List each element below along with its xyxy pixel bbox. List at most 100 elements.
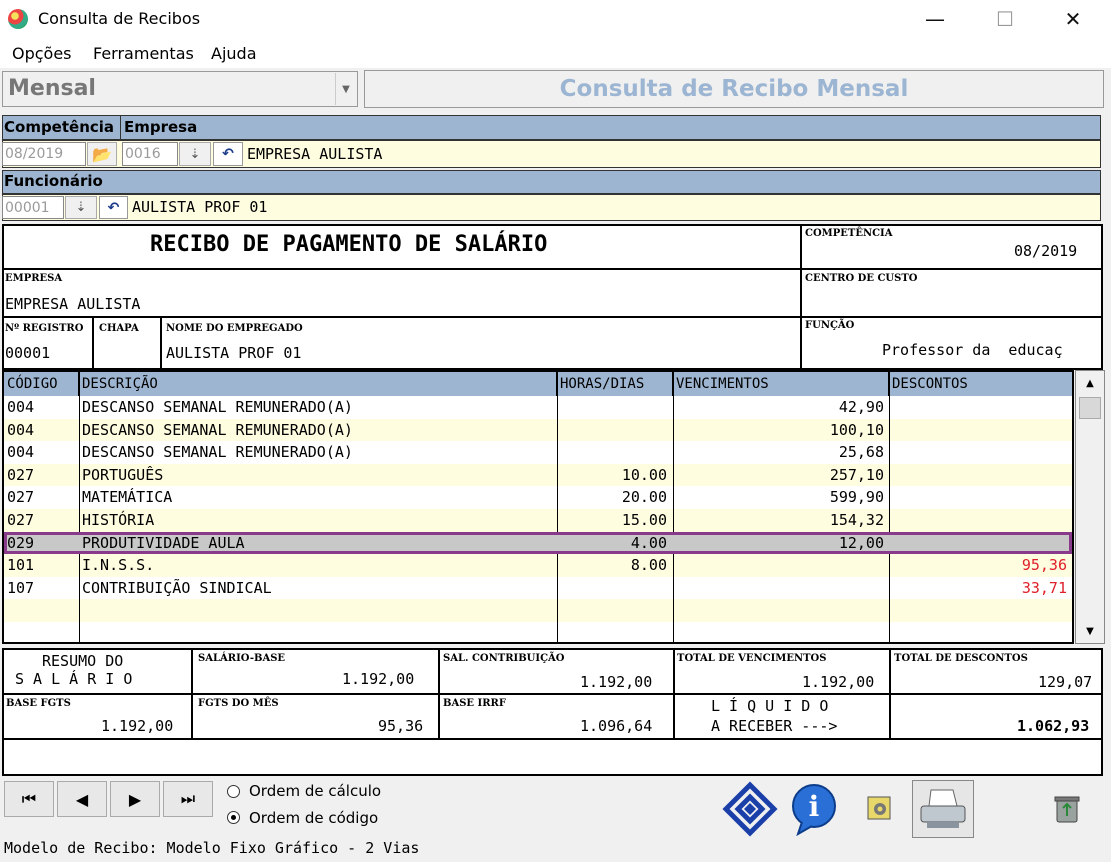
- empresa-code-input[interactable]: 0016: [122, 142, 178, 166]
- cell-codigo: 027: [7, 465, 35, 484]
- trash-icon[interactable]: [1036, 780, 1098, 838]
- registro-value: 00001: [5, 344, 51, 362]
- cell-horas: [560, 419, 667, 441]
- radio-ordem-codigo[interactable]: [227, 811, 240, 824]
- liquido-line1: L Í Q U I D O: [711, 697, 829, 715]
- company-logo-icon[interactable]: [719, 780, 781, 838]
- chapa-label: CHAPA: [99, 323, 139, 334]
- col-header-vencimentos[interactable]: VENCIMENTOS: [673, 372, 889, 396]
- sal-contrib-label: SAL. CONTRIBUIÇÃO: [443, 653, 565, 664]
- divider: [120, 115, 121, 140]
- cell-vencimentos: 42,90: [838, 398, 884, 416]
- mode-select-value: Mensal: [8, 76, 96, 101]
- cell-codigo: 004: [7, 443, 35, 462]
- cell-vencimentos: [676, 577, 884, 599]
- cell-vencimentos: 12,00: [838, 533, 884, 552]
- col-header-codigo[interactable]: CÓDIGO: [4, 372, 79, 396]
- menu-ferramentas[interactable]: Ferramentas: [93, 44, 194, 63]
- next-record-button[interactable]: ▶: [110, 781, 160, 817]
- table-row[interactable]: 029 PRODUTIVIDADE AULA 4.00 12,00: [4, 531, 1072, 555]
- funcionario-code-input[interactable]: 00001: [2, 196, 64, 219]
- fgts-mes-label: FGTS DO MÊS: [198, 698, 279, 709]
- table-row[interactable]: 004 DESCANSO SEMANAL REMUNERADO(A) 25,68: [4, 441, 1072, 464]
- radio-ordem-calculo[interactable]: [227, 785, 240, 798]
- table-row[interactable]: 004 DESCANSO SEMANAL REMUNERADO(A) 42,90: [4, 396, 1072, 419]
- last-record-button[interactable]: ⏭: [163, 781, 213, 817]
- resumo-line1: RESUMO DO: [42, 652, 124, 670]
- col-header-descricao[interactable]: DESCRIÇÃO: [79, 372, 557, 396]
- undo-icon[interactable]: ↶: [99, 196, 128, 219]
- info-icon[interactable]: i: [784, 780, 846, 838]
- cell-horas: 10.00: [621, 465, 667, 484]
- divider: [2, 316, 1103, 318]
- payroll-grid[interactable]: CÓDIGO DESCRIÇÃO HORAS/DIAS VENCIMENTOS …: [2, 370, 1074, 644]
- scrollbar-thumb[interactable]: [1079, 397, 1101, 419]
- table-row[interactable]: 004 DESCANSO SEMANAL REMUNERADO(A) 100,10: [4, 418, 1072, 442]
- table-row[interactable]: 027 HISTÓRIA 15.00 154,32: [4, 509, 1072, 532]
- empresa-label: Empresa: [124, 118, 198, 136]
- cell-horas: [560, 577, 667, 599]
- cell-descricao: CONTRIBUIÇÃO SINDICAL: [82, 578, 272, 597]
- divider: [2, 268, 1103, 270]
- cell-descontos: [892, 441, 1067, 463]
- funcao-value: Professor da educaç: [882, 341, 1063, 359]
- centro-custo-label: CENTRO DE CUSTO: [805, 273, 918, 284]
- ordem-codigo-label: Ordem de código: [249, 809, 379, 827]
- cell-descricao: DESCANSO SEMANAL REMUNERADO(A): [82, 398, 353, 416]
- table-row[interactable]: 027 MATEMÁTICA 20.00 599,90: [4, 486, 1072, 509]
- table-row[interactable]: [4, 622, 1072, 642]
- funcionario-header: [2, 170, 1101, 194]
- first-record-button[interactable]: ⏮: [4, 781, 54, 817]
- cell-codigo: 029: [7, 533, 35, 552]
- base-irrf-value: 1.096,64: [580, 717, 653, 735]
- divider: [438, 648, 440, 740]
- divider: [889, 372, 890, 642]
- app-icon: [8, 9, 28, 29]
- total-desc-label: TOTAL DE DESCONTOS: [894, 653, 1028, 664]
- scroll-up-icon[interactable]: ▲: [1076, 371, 1104, 395]
- col-header-horas[interactable]: HORAS/DIAS: [557, 372, 673, 396]
- scroll-down-icon[interactable]: ▼: [1076, 619, 1104, 643]
- cell-vencimentos: 25,68: [838, 443, 884, 462]
- divider: [673, 648, 675, 740]
- cell-descontos: 33,71: [1021, 578, 1067, 597]
- undo-icon[interactable]: ↶: [213, 142, 243, 166]
- chevron-down-icon[interactable]: ▼: [335, 73, 356, 105]
- funcionario-name: AULISTA PROF 01: [132, 198, 268, 216]
- minimize-button[interactable]: —: [912, 0, 958, 38]
- competencia-input[interactable]: 08/2019: [2, 142, 86, 166]
- close-button[interactable]: ✕: [1050, 0, 1096, 38]
- grid-scrollbar[interactable]: ▲ ▼: [1075, 370, 1105, 644]
- base-fgts-value: 1.192,00: [101, 717, 174, 735]
- cell-horas: 20.00: [621, 488, 667, 507]
- cell-codigo: 101: [7, 556, 35, 575]
- col-header-descontos[interactable]: DESCONTOS: [889, 372, 1072, 396]
- settings-icon[interactable]: [849, 780, 911, 838]
- cell-vencimentos: 100,10: [829, 420, 884, 439]
- total-desc-value: 129,07: [1038, 673, 1093, 691]
- fgts-mes-value: 95,36: [378, 717, 424, 735]
- table-row[interactable]: 107 CONTRIBUIÇÃO SINDICAL 33,71: [4, 576, 1072, 600]
- cell-descricao: I.N.S.S.: [82, 556, 155, 575]
- table-row[interactable]: [4, 599, 1072, 622]
- cell-descontos: [892, 509, 1067, 531]
- download-icon[interactable]: ⇣: [179, 142, 211, 166]
- table-row[interactable]: 101 I.N.S.S. 8.00 95,36: [4, 554, 1072, 577]
- download-icon[interactable]: ⇣: [65, 196, 97, 219]
- table-row[interactable]: 027 PORTUGUÊS 10.00 257,10: [4, 463, 1072, 487]
- folder-open-icon[interactable]: 📂: [87, 142, 117, 166]
- menu-ajuda[interactable]: Ajuda: [211, 44, 257, 63]
- total-venc-value: 1.192,00: [802, 673, 875, 691]
- prev-record-button[interactable]: ◀: [57, 781, 107, 817]
- print-icon[interactable]: [912, 780, 974, 838]
- competencia-field-label: COMPETÊNCIA: [805, 228, 893, 239]
- menu-opcoes[interactable]: Opções: [12, 44, 72, 63]
- cell-descricao: DESCANSO SEMANAL REMUNERADO(A): [82, 443, 353, 462]
- cell-horas: 8.00: [630, 556, 667, 575]
- maximize-button[interactable]: ☐: [982, 0, 1028, 38]
- salario-base-label: SALÁRIO-BASE: [198, 653, 286, 664]
- divider: [800, 224, 802, 370]
- total-venc-label: TOTAL DE VENCIMENTOS: [677, 653, 827, 664]
- cell-codigo: 027: [7, 511, 35, 529]
- cell-descontos: [892, 396, 1067, 418]
